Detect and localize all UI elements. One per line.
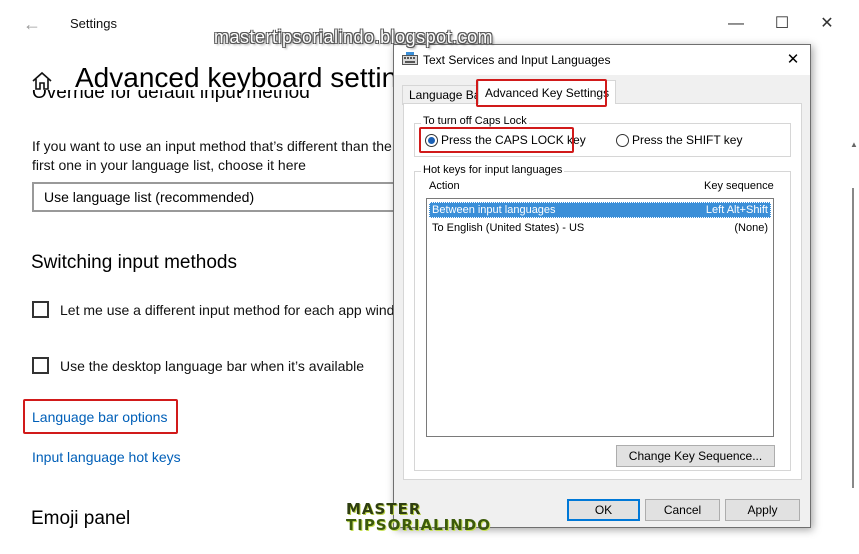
hotkeys-group-title: Hot keys for input languages bbox=[421, 164, 565, 176]
keyboard-icon bbox=[402, 52, 418, 65]
highlight-caps-lock-option bbox=[419, 127, 574, 153]
dialog-titlebar: Text Services and Input Languages ✕ bbox=[394, 45, 810, 75]
cancel-button[interactable]: Cancel bbox=[645, 499, 720, 521]
shift-radio[interactable] bbox=[616, 134, 629, 147]
override-heading-text: Override for default input method bbox=[32, 90, 310, 103]
app-title: Settings bbox=[70, 16, 117, 31]
change-key-sequence-button[interactable]: Change Key Sequence... bbox=[616, 445, 775, 467]
dialog-title: Text Services and Input Languages bbox=[423, 53, 611, 67]
watermark-logo-line1: MASTER bbox=[346, 500, 422, 518]
key-sequence-column-header: Key sequence bbox=[704, 180, 774, 192]
desktop-bar-checkbox-label: Use the desktop language bar when it’s a… bbox=[60, 358, 365, 374]
scroll-up-icon[interactable]: ▲ bbox=[850, 140, 858, 149]
minimize-button[interactable]: — bbox=[721, 10, 751, 38]
override-heading: Override for default input method bbox=[32, 90, 310, 110]
caps-lock-group-title: To turn off Caps Lock bbox=[421, 115, 529, 127]
override-description: If you want to use an input method that’… bbox=[32, 138, 392, 173]
dialog-close-icon[interactable]: ✕ bbox=[782, 49, 804, 71]
list-item[interactable]: Between input languages Left Alt+Shift bbox=[429, 202, 771, 218]
watermark-url: mastertipsorialindo.blogspot.com bbox=[214, 27, 494, 47]
input-language-hot-keys-link[interactable]: Input language hot keys bbox=[32, 449, 181, 465]
apply-button[interactable]: Apply bbox=[725, 499, 800, 521]
watermark-logo: MASTER TIPSORIALINDO bbox=[346, 501, 491, 533]
close-button[interactable]: ✕ bbox=[812, 10, 842, 38]
per-app-checkbox-label: Let me use a different input method for … bbox=[60, 302, 413, 318]
settings-scrollbar[interactable]: ▲ bbox=[848, 48, 859, 554]
list-item-key: Left Alt+Shift bbox=[705, 204, 768, 216]
desktop-bar-checkbox[interactable] bbox=[32, 357, 49, 374]
highlight-language-bar-link bbox=[23, 399, 178, 434]
watermark-logo-line2: TIPSORIALINDO bbox=[346, 516, 491, 534]
home-icon[interactable] bbox=[31, 70, 53, 92]
switching-heading: Switching input methods bbox=[31, 252, 237, 273]
back-arrow-icon[interactable]: ← bbox=[18, 10, 46, 38]
ok-button[interactable]: OK bbox=[567, 499, 640, 521]
list-item-action: To English (United States) - US bbox=[432, 222, 585, 234]
emoji-heading: Emoji panel bbox=[31, 508, 131, 529]
input-method-dropdown[interactable]: Use language list (recommended) bbox=[32, 182, 402, 212]
text-services-dialog: Text Services and Input Languages ✕ Lang… bbox=[393, 44, 811, 528]
per-app-checkbox[interactable] bbox=[32, 301, 49, 318]
shift-radio-label[interactable]: Press the SHIFT key bbox=[632, 133, 742, 147]
scroll-thumb[interactable] bbox=[852, 188, 854, 488]
action-column-header: Action bbox=[429, 180, 460, 192]
list-item-key: (None) bbox=[734, 222, 768, 234]
list-item-action: Between input languages bbox=[432, 204, 556, 216]
list-item[interactable]: To English (United States) - US (None) bbox=[429, 220, 771, 236]
maximize-button[interactable]: ☐ bbox=[767, 10, 797, 38]
highlight-advanced-tab bbox=[476, 79, 607, 107]
hotkeys-list[interactable]: Between input languages Left Alt+Shift T… bbox=[426, 198, 774, 437]
